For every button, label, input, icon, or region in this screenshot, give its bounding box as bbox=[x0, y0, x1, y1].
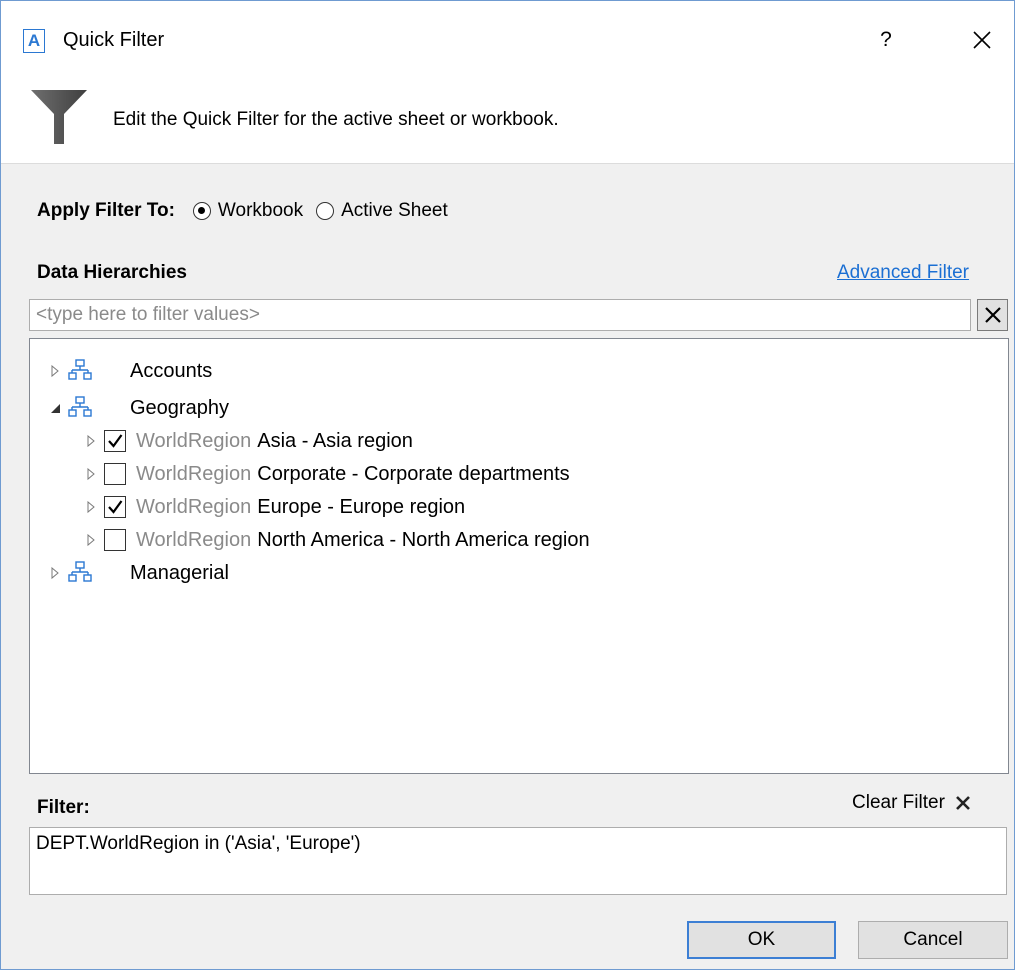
title-bar: A Quick Filter ? bbox=[1, 1, 1014, 81]
quick-filter-dialog: A Quick Filter ? Edit the Quick Filter f… bbox=[0, 0, 1015, 970]
clear-search-icon bbox=[985, 307, 1001, 323]
tree-item-prefix: WorldRegion bbox=[136, 528, 252, 551]
tree-item-north-america[interactable]: WorldRegion North America - North Americ… bbox=[84, 524, 590, 556]
ok-button[interactable]: OK bbox=[687, 921, 836, 959]
tree-item-corporate[interactable]: WorldRegion Corporate - Corporate depart… bbox=[84, 458, 570, 490]
cancel-button[interactable]: Cancel bbox=[858, 921, 1008, 959]
expand-arrow-icon[interactable] bbox=[84, 533, 98, 547]
tree-item-prefix: WorldRegion bbox=[136, 429, 252, 452]
tree-item-label: Corporate - Corporate departments bbox=[257, 462, 570, 485]
checkbox-north-america[interactable] bbox=[104, 529, 126, 551]
tree-item-label: North America - North America region bbox=[257, 528, 590, 551]
checkmark-icon bbox=[108, 434, 123, 448]
apply-filter-row: Apply Filter To: Workbook Active Sheet bbox=[37, 200, 461, 222]
clear-search-button[interactable] bbox=[977, 299, 1008, 331]
app-logo-icon: A bbox=[23, 29, 45, 53]
tree-item-prefix: WorldRegion bbox=[136, 495, 252, 518]
tree-item-prefix: WorldRegion bbox=[136, 462, 252, 485]
expand-arrow-icon[interactable] bbox=[48, 566, 62, 580]
hierarchy-icon bbox=[68, 359, 92, 380]
header-description: Edit the Quick Filter for the active she… bbox=[113, 109, 559, 130]
expand-arrow-icon[interactable] bbox=[48, 364, 62, 378]
collapse-arrow-icon[interactable] bbox=[48, 401, 62, 415]
tree-item-label: Asia - Asia region bbox=[257, 429, 413, 452]
tree-node-accounts[interactable]: Accounts bbox=[48, 355, 212, 387]
filter-label: Filter: bbox=[37, 797, 90, 818]
hierarchy-tree[interactable]: Accounts Geography WorldRegion Asia - As… bbox=[29, 338, 1009, 774]
checkbox-europe[interactable] bbox=[104, 496, 126, 518]
radio-workbook-label[interactable]: Workbook bbox=[218, 200, 303, 222]
tree-item-europe[interactable]: WorldRegion Europe - Europe region bbox=[84, 491, 465, 523]
tree-item-asia[interactable]: WorldRegion Asia - Asia region bbox=[84, 425, 413, 457]
checkbox-asia[interactable] bbox=[104, 430, 126, 452]
clear-filter-label: Clear Filter bbox=[852, 792, 945, 813]
apply-filter-label: Apply Filter To: bbox=[37, 200, 175, 221]
tree-node-managerial[interactable]: Managerial bbox=[48, 557, 229, 589]
tree-item-label: Europe - Europe region bbox=[257, 495, 466, 518]
clear-filter-icon bbox=[955, 796, 970, 810]
close-icon bbox=[973, 31, 991, 49]
filter-values-search-input[interactable] bbox=[29, 299, 971, 331]
tree-node-label: Geography bbox=[130, 396, 229, 419]
dialog-header: Edit the Quick Filter for the active she… bbox=[1, 81, 1014, 164]
expand-arrow-icon[interactable] bbox=[84, 500, 98, 514]
radio-active-sheet-label[interactable]: Active Sheet bbox=[341, 200, 448, 222]
checkbox-corporate[interactable] bbox=[104, 463, 126, 485]
expand-arrow-icon[interactable] bbox=[84, 467, 98, 481]
tree-node-label: Managerial bbox=[130, 561, 229, 584]
close-button[interactable] bbox=[967, 25, 997, 55]
hierarchy-icon bbox=[68, 396, 92, 417]
funnel-icon bbox=[31, 90, 87, 144]
filter-expression-box[interactable]: DEPT.WorldRegion in ('Asia', 'Europe') bbox=[29, 827, 1007, 895]
data-hierarchies-label: Data Hierarchies bbox=[37, 262, 187, 283]
advanced-filter-link[interactable]: Advanced Filter bbox=[837, 262, 969, 284]
help-button[interactable]: ? bbox=[876, 25, 896, 55]
tree-node-geography[interactable]: Geography bbox=[48, 392, 229, 424]
radio-workbook[interactable] bbox=[192, 202, 211, 220]
tree-node-label: Accounts bbox=[130, 359, 213, 382]
clear-filter-button[interactable]: Clear Filter bbox=[852, 792, 971, 814]
expand-arrow-icon[interactable] bbox=[84, 434, 98, 448]
window-title: Quick Filter bbox=[63, 29, 165, 51]
hierarchy-icon bbox=[68, 561, 92, 582]
radio-active-sheet[interactable] bbox=[316, 202, 335, 220]
checkmark-icon bbox=[108, 500, 123, 514]
